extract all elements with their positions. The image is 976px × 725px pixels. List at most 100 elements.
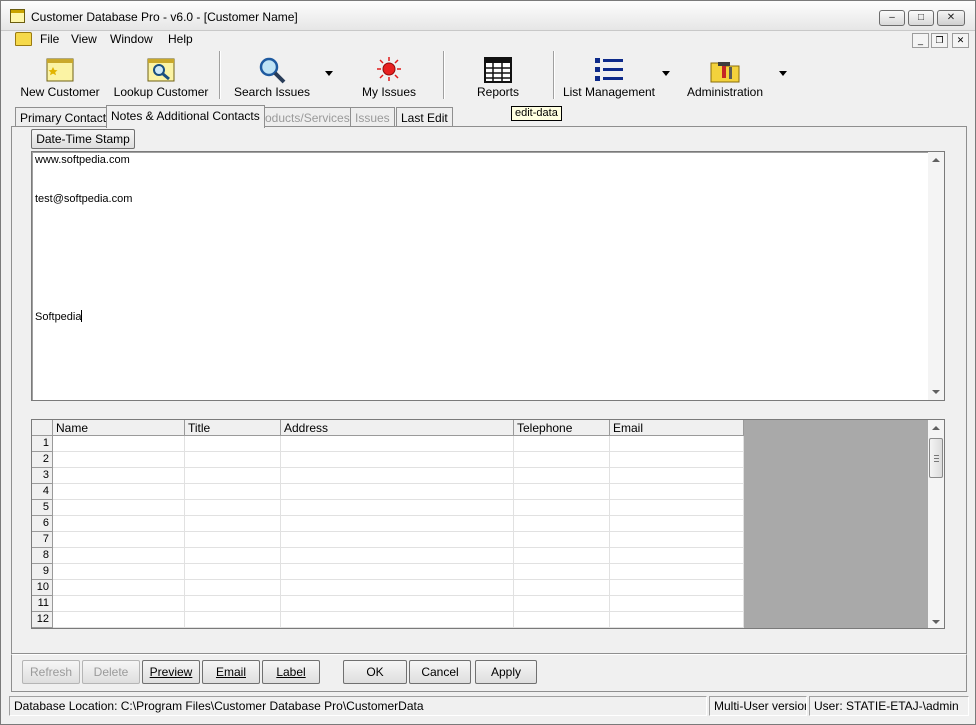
app-notepad-icon[interactable] (10, 9, 25, 23)
scroll-up-arrow-icon[interactable] (932, 158, 940, 162)
menu-view[interactable]: View (69, 32, 99, 46)
grid-cell[interactable] (185, 612, 281, 628)
grid-cell[interactable] (514, 516, 610, 532)
title-bar[interactable]: Customer Database Pro - v6.0 - [Customer… (1, 1, 975, 31)
row-number[interactable]: 8 (32, 548, 53, 564)
row-number[interactable]: 3 (32, 468, 53, 484)
new-customer-button[interactable]: New Customer (15, 53, 105, 101)
grid-cell[interactable] (185, 580, 281, 596)
administration-button[interactable]: Administration (681, 53, 769, 101)
tab-last-edit[interactable]: Last Edit (396, 107, 453, 127)
scroll-up-arrow-icon[interactable] (932, 426, 940, 430)
grid-cell[interactable] (185, 484, 281, 500)
grid-cell[interactable] (514, 532, 610, 548)
delete-button[interactable]: Delete (82, 660, 140, 684)
grid-cell[interactable] (185, 596, 281, 612)
minimize-button[interactable]: – (879, 10, 905, 26)
grid-header-address[interactable]: Address (281, 420, 514, 436)
grid-cell[interactable] (610, 516, 744, 532)
grid-cell[interactable] (53, 516, 185, 532)
grid-cell[interactable] (514, 548, 610, 564)
grid-cell[interactable] (514, 612, 610, 628)
row-number[interactable]: 11 (32, 596, 53, 612)
grid-header-email[interactable]: Email (610, 420, 744, 436)
table-row[interactable]: 12 (32, 612, 744, 628)
menu-help[interactable]: Help (166, 32, 195, 46)
grid-cell[interactable] (610, 484, 744, 500)
grid-cell[interactable] (185, 516, 281, 532)
table-row[interactable]: 1 (32, 436, 744, 452)
grid-cell[interactable] (610, 500, 744, 516)
grid-cell[interactable] (281, 612, 514, 628)
my-issues-button[interactable]: My Issues (351, 53, 427, 101)
grid-cell[interactable] (53, 500, 185, 516)
grid-cell[interactable] (610, 468, 744, 484)
row-number[interactable]: 9 (32, 564, 53, 580)
table-row[interactable]: 10 (32, 580, 744, 596)
grid-cell[interactable] (185, 532, 281, 548)
grid-cell[interactable] (514, 452, 610, 468)
reports-button[interactable]: Reports (463, 53, 533, 101)
grid-cell[interactable] (185, 564, 281, 580)
grid-cell[interactable] (53, 484, 185, 500)
list-management-button[interactable]: List Management (559, 53, 659, 101)
menu-file[interactable]: File (38, 32, 61, 46)
grid-cell[interactable] (281, 548, 514, 564)
tab-notes-additional-contacts[interactable]: Notes & Additional Contacts (106, 105, 265, 128)
search-issues-dropdown-arrow[interactable] (325, 71, 333, 76)
row-number[interactable]: 4 (32, 484, 53, 500)
grid-cell[interactable] (281, 516, 514, 532)
grid-cell[interactable] (281, 452, 514, 468)
table-row[interactable]: 11 (32, 596, 744, 612)
grid-cell[interactable] (53, 532, 185, 548)
label-button[interactable]: Label (262, 660, 320, 684)
scroll-down-arrow-icon[interactable] (932, 620, 940, 624)
grid-cell[interactable] (610, 452, 744, 468)
row-number[interactable]: 7 (32, 532, 53, 548)
mdi-minimize-button[interactable]: _ (912, 33, 929, 48)
table-row[interactable]: 7 (32, 532, 744, 548)
grid-cell[interactable] (514, 580, 610, 596)
scroll-down-arrow-icon[interactable] (932, 390, 940, 394)
row-number[interactable]: 12 (32, 612, 53, 628)
grid-cell[interactable] (185, 500, 281, 516)
row-number[interactable]: 5 (32, 500, 53, 516)
grid-cell[interactable] (53, 580, 185, 596)
grid-cell[interactable] (514, 436, 610, 452)
grid-header-name[interactable]: Name (53, 420, 185, 436)
grid-cell[interactable] (53, 452, 185, 468)
grid-cell[interactable] (185, 548, 281, 564)
date-time-stamp-button[interactable]: Date-Time Stamp (31, 129, 135, 149)
mdi-restore-button[interactable]: ❐ (931, 33, 948, 48)
grid-cell[interactable] (185, 468, 281, 484)
row-number[interactable]: 10 (32, 580, 53, 596)
grid-header-telephone[interactable]: Telephone (514, 420, 610, 436)
grid-cell[interactable] (53, 548, 185, 564)
grid-cell[interactable] (610, 548, 744, 564)
grid-cell[interactable] (610, 436, 744, 452)
grid-cell[interactable] (281, 468, 514, 484)
ok-button[interactable]: OK (343, 660, 407, 684)
email-button[interactable]: Email (202, 660, 260, 684)
table-row[interactable]: 9 (32, 564, 744, 580)
grid-corner-cell[interactable] (32, 420, 53, 436)
mdi-close-button[interactable]: ✕ (952, 33, 969, 48)
grid-cell[interactable] (514, 596, 610, 612)
row-number[interactable]: 2 (32, 452, 53, 468)
tab-primary-contact[interactable]: Primary Contact (15, 107, 112, 127)
tab-issues[interactable]: Issues (350, 107, 395, 127)
scroll-thumb[interactable] (929, 438, 943, 478)
grid-scrollbar[interactable] (928, 420, 944, 628)
grid-cell[interactable] (514, 564, 610, 580)
folder-icon[interactable] (15, 32, 32, 46)
grid-cell[interactable] (281, 436, 514, 452)
cancel-button[interactable]: Cancel (409, 660, 471, 684)
row-number[interactable]: 6 (32, 516, 53, 532)
table-row[interactable]: 8 (32, 548, 744, 564)
grid-cell[interactable] (281, 564, 514, 580)
list-management-dropdown-arrow[interactable] (662, 71, 670, 76)
contacts-grid[interactable]: Name Title Address Telephone Email 12345… (31, 419, 945, 629)
grid-cell[interactable] (53, 468, 185, 484)
grid-cell[interactable] (281, 532, 514, 548)
grid-cell[interactable] (185, 436, 281, 452)
